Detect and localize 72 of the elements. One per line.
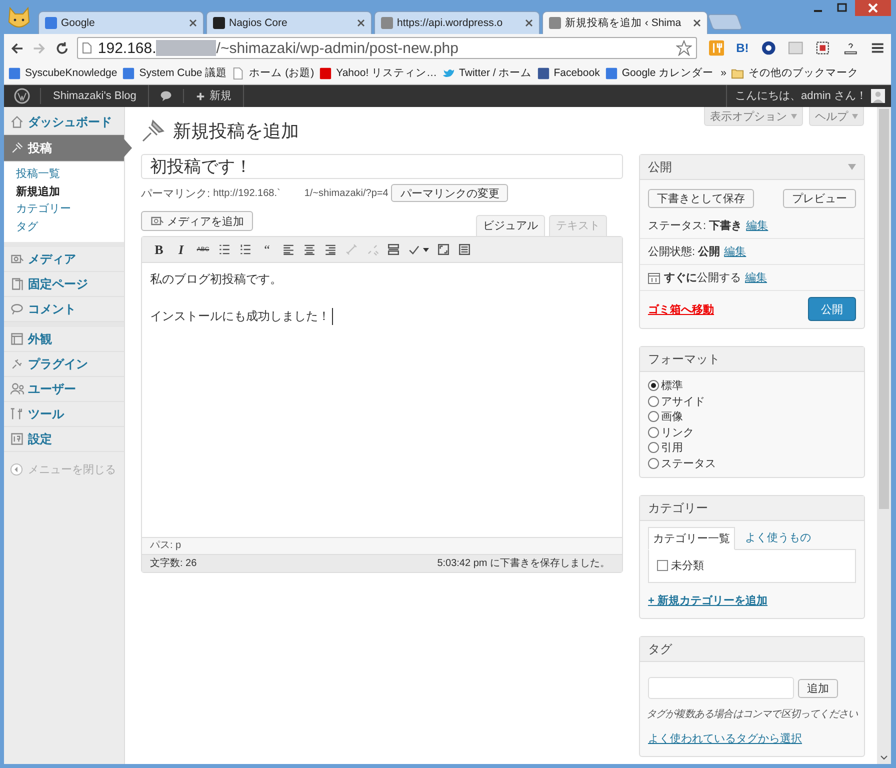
bookmark-link[interactable]: Yahoo! リスティン… [319,66,438,80]
panel-title: フォーマット [648,350,720,368]
sidebar-item[interactable]: メディア [4,242,124,272]
format-button[interactable]: “ [260,242,274,258]
browser-tab[interactable]: 新規投稿を追加 ‹ Shima [542,11,708,34]
browser-tab[interactable]: Nagios Core [206,11,372,34]
add-tag-button[interactable]: 追加 [798,678,838,698]
radio-label: アサイド [661,394,705,409]
help-button[interactable]: ヘルプ [809,107,864,126]
browser-tab[interactable]: https://api.wordpress.o [374,11,540,34]
browser-tab[interactable]: Google [38,11,204,34]
radio-label: 標準 [661,379,683,394]
paragraph-text: インストールにも成功しました！ [150,308,333,325]
word-count: 文字数: 26 [150,556,197,571]
address-bar[interactable]: 192.168. /~shimazaki/wp-admin/post-new.php [76,37,697,59]
submenu-item[interactable]: タグ [4,218,124,236]
paragraph-text: 私のブログ初投稿です。 [150,271,283,288]
sidebar-item[interactable]: コメント [4,297,124,322]
bookmark-link[interactable]: SyscubeKnowledge [8,66,118,80]
submenu-item[interactable]: 新規追加 [4,184,124,201]
category-tab[interactable]: よく使うもの [741,527,815,549]
title-field[interactable]: 初投稿です！ [141,154,623,179]
more-bookmarks-button[interactable]: » [720,67,726,79]
sidebar-item[interactable]: 設定 [4,427,124,452]
bookmark-link[interactable]: Twitter / ホーム [442,66,532,80]
category-tab[interactable]: カテゴリー一覧 [648,527,735,550]
radio-label: ステータス [661,456,716,471]
bookmark-link[interactable]: ホーム (お題) [232,66,314,80]
move-to-trash-link[interactable]: ゴミ箱へ移動 [648,302,714,316]
bookmark-link[interactable]: Facebook [536,66,600,80]
publish-setting-text: すぐに公開する [664,271,741,285]
radio-label: 画像 [661,410,683,424]
format-button[interactable]: I [174,242,188,258]
sidebar-item[interactable]: ツール [4,402,124,427]
sidebar-item[interactable]: 外観 [4,322,124,352]
radio-label: 引用 [661,441,683,456]
submenu-item[interactable]: 投稿一覧 [4,166,124,184]
permalink-url: 1/~shimazaki/?p=4 [304,188,388,198]
extension-button[interactable]: B! [736,41,749,55]
category-label: 未分類 [671,559,704,573]
permalink-label: パーマリンク: [141,186,210,200]
edit-link[interactable]: 編集 [745,270,767,285]
save-draft-button[interactable]: 下書きとして保存 [648,189,754,208]
sidebar-item[interactable]: 固定ページ [4,272,124,297]
permalink-url: http://192.168.` [213,188,280,198]
publish-button[interactable]: 公開 [808,297,856,321]
path-label: パス: p [150,540,182,551]
bookmark-link[interactable]: Google カレンダー [604,66,714,80]
preview-button[interactable]: プレビュー [783,189,856,208]
edit-link[interactable]: 編集 [746,218,768,233]
bookmark-folder[interactable]: その他のブックマーク [731,66,858,80]
page-title: 新規投稿を追加 [173,120,299,143]
radio-label: リンク [661,426,694,440]
sidebar-item[interactable]: プラグイン [4,352,124,377]
choose-tags-link[interactable]: よく使われているタグから選択 [648,733,802,745]
sidebar-item[interactable]: ユーザー [4,377,124,402]
panel-title: カテゴリー [648,500,708,516]
format-button[interactable]: B [152,242,166,258]
screen-options-button[interactable]: 表示オプション [704,107,803,126]
add-category-link[interactable]: + 新規カテゴリーを追加 [648,595,768,607]
panel-title: 公開 [648,158,672,176]
hint-text: タグが複数ある場合はコンマで区切ってください [645,708,859,721]
editor-tab[interactable]: ビジュアル [476,215,545,236]
autosave-status: 5:03:42 pm に下書きを保存しました。 [437,556,610,571]
change-permalink-button[interactable]: パーマリンクの変更 [391,184,508,202]
edit-link[interactable]: 編集 [724,244,746,259]
publish-setting-text: ステータス: 下書き [648,218,742,233]
submenu-item[interactable]: カテゴリー [4,201,124,218]
publish-setting-text: 公開状態: 公開 [648,245,720,259]
bookmark-link[interactable]: System Cube 議題 [122,66,228,80]
add-media-button[interactable]: メディアを追加 [141,211,253,231]
panel-title: タグ [648,640,672,658]
